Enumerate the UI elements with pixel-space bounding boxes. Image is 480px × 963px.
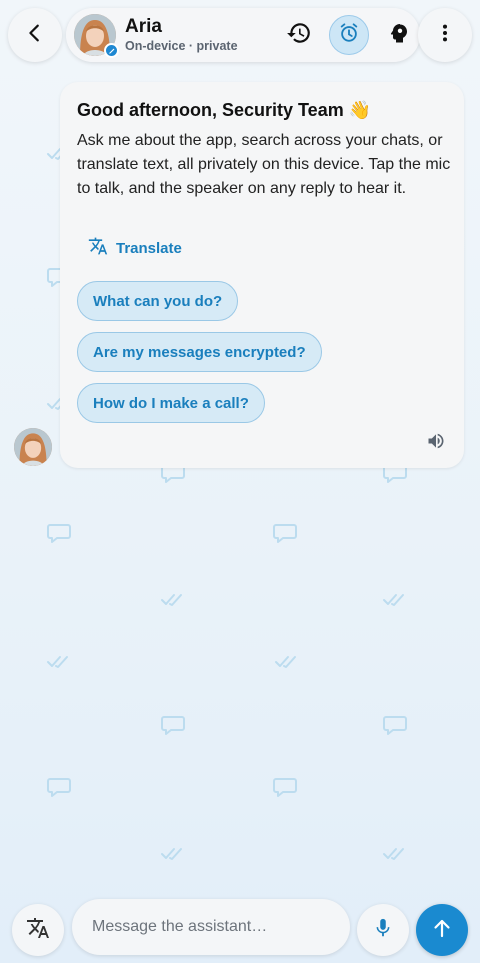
brain-button[interactable] [379,15,419,55]
brain-icon [387,21,411,50]
message-body: Ask me about the app, search across your… [77,132,451,197]
speaker-icon [426,433,446,455]
assistant-message-bubble: Good afternoon, Security Team 👋 Ask me a… [60,82,464,468]
contact-avatar[interactable] [74,14,119,58]
translate-button[interactable] [12,904,64,956]
mic-button[interactable] [357,904,409,956]
arrow-up-icon [430,916,454,945]
verified-badge [104,43,119,58]
translate-link[interactable]: Translate [88,236,182,260]
contact-header[interactable]: Aria On-device · private [66,8,420,62]
suggestion-chip[interactable]: Are my messages encrypted? [77,332,322,372]
contact-name: Aria [125,16,162,37]
back-icon [24,22,46,49]
greeting-title: Good afternoon, Security Team 👋 [77,100,372,120]
suggestion-chip[interactable]: What can you do? [77,281,239,321]
send-button[interactable] [416,904,468,956]
more-vert-icon [434,22,456,49]
assistant-avatar [14,428,52,466]
translate-label: Translate [116,239,182,257]
suggestion-chip[interactable]: How do I make a call? [77,383,265,423]
translate-icon [88,236,108,260]
speaker-button[interactable] [426,431,446,456]
message-input-container [72,899,350,955]
message-input[interactable] [92,899,332,955]
alarm-icon [338,22,360,49]
alarm-button[interactable] [329,15,369,55]
history-button[interactable] [279,15,319,55]
mic-icon [372,917,394,944]
translate-icon [26,916,50,945]
contact-status: On-device · private [125,39,238,53]
more-options-button[interactable] [418,8,472,62]
history-icon [286,20,312,51]
top-bar: Aria On-device · private [8,8,472,62]
back-button[interactable] [8,8,62,62]
